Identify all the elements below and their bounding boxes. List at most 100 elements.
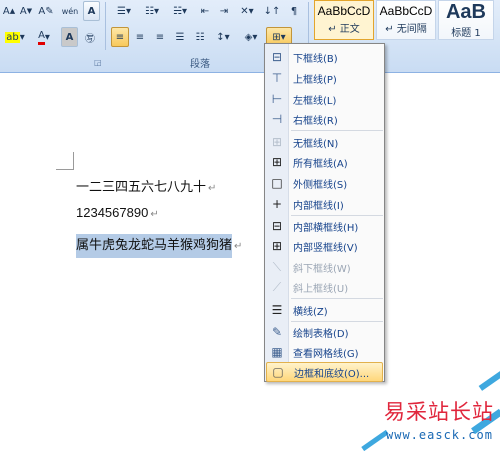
menu-item-outside-borders[interactable]: □ 外侧框线(S)	[266, 173, 383, 193]
menu-item-label: 内部竖框线(V)	[293, 242, 358, 254]
paragraph-group-label: 段落	[190, 59, 210, 70]
no-border-icon: ⊞	[271, 135, 283, 149]
font-shrink-icon[interactable]: A ▼	[18, 1, 34, 21]
char-shading-icon[interactable]: A	[61, 27, 78, 47]
view-gridlines-icon: ▦	[271, 345, 283, 359]
document-line[interactable]: 1234567890 ↵	[76, 205, 159, 220]
menu-item-label: 外侧框线(S)	[293, 179, 348, 191]
line-spacing-icon[interactable]: ↕▾	[212, 27, 234, 47]
style-name: ↵ 无间隔	[385, 24, 427, 35]
menu-item-view-gridlines[interactable]: ▦ 查看网格线(G)	[266, 342, 383, 362]
style-name: ↵ 正文	[328, 24, 360, 35]
increase-indent-icon[interactable]: ⇥	[215, 1, 233, 21]
style-no-spacing[interactable]: AaBbCcD ↵ 无间隔	[376, 0, 436, 40]
draw-table-icon: ✎	[271, 325, 283, 339]
inside-horizontal-border-icon: ⊟	[271, 219, 283, 233]
watermark-title: 易采站长站	[384, 400, 494, 424]
numbering-icon[interactable]: ☷▾	[139, 1, 165, 21]
document-line-selected[interactable]: 属牛虎兔龙蛇马羊猴鸡狗猪 ↵	[76, 234, 243, 258]
menu-item-label: 边框和底纹(O)...	[294, 368, 370, 380]
top-border-icon: ⊤	[271, 71, 283, 85]
bullets-icon[interactable]: ☰▾	[111, 1, 137, 21]
margin-corner-mark	[56, 152, 74, 170]
menu-item-top-border[interactable]: ⊤ 上框线(P)	[266, 68, 383, 88]
all-borders-icon: ⊞	[271, 155, 283, 169]
menu-item-diagonal-down[interactable]: ⟍ 斜下框线(W)	[266, 257, 383, 277]
menu-separator	[291, 130, 383, 131]
menu-item-label: 上框线(P)	[293, 74, 337, 86]
center-icon[interactable]: ≡	[131, 27, 149, 47]
menu-item-label: 查看网格线(G)	[293, 348, 359, 360]
menu-item-inside-borders[interactable]: + 内部框线(I)	[266, 194, 383, 214]
diagonal-down-border-icon: ⟍	[272, 259, 282, 274]
horizontal-line-icon: ☰	[271, 303, 283, 317]
distributed-icon[interactable]: ☷	[191, 27, 209, 47]
menu-item-no-border[interactable]: ⊞ 无框线(N)	[266, 132, 383, 152]
menu-item-draw-table[interactable]: ✎ 绘制表格(D)	[266, 322, 383, 342]
paragraph-mark: ↵	[208, 183, 217, 194]
paragraph-mark: ↵	[150, 209, 159, 220]
borders-dropdown-menu: ⊟ 下框线(B) ⊤ 上框线(P) ⊢ 左框线(L) ⊣ 右框线(R) ⊞ 无框…	[264, 43, 385, 382]
shading-icon[interactable]: ◈▾	[238, 27, 264, 47]
line-text: 一二三四五六七八九十	[76, 180, 207, 195]
style-sample: AaBbCcD	[317, 4, 371, 18]
show-marks-icon[interactable]: ¶	[285, 1, 303, 21]
decrease-indent-icon[interactable]: ⇤	[196, 1, 214, 21]
style-name: 标题 1	[451, 28, 481, 39]
inside-borders-icon: +	[271, 197, 283, 211]
asian-layout-icon[interactable]: ✕▾	[235, 1, 259, 21]
font-grow-icon[interactable]: A ▲	[1, 1, 17, 21]
menu-item-diagonal-up[interactable]: ⟋ 斜上框线(U)	[266, 277, 383, 297]
menu-item-label: 斜上框线(U)	[293, 283, 349, 295]
diagonal-up-border-icon: ⟋	[272, 279, 282, 294]
borders-shading-icon: ▢	[272, 365, 284, 379]
line-text-selected: 属牛虎兔龙蛇马羊猴鸡狗猪	[76, 234, 233, 258]
justify-icon[interactable]: ☰	[171, 27, 189, 47]
line-text: 1234567890	[76, 205, 149, 220]
right-border-icon: ⊣	[271, 112, 283, 126]
menu-item-borders-and-shading[interactable]: ▢ 边框和底纹(O)...	[266, 362, 383, 382]
menu-item-inside-vertical[interactable]: ⊞ 内部竖框线(V)	[266, 236, 383, 256]
phonetic-guide-icon[interactable]: wén	[60, 1, 80, 21]
align-right-icon[interactable]: ≡	[151, 27, 169, 47]
char-border-icon[interactable]: A	[83, 1, 100, 21]
menu-item-label: 横线(Z)	[293, 306, 328, 318]
menu-item-label: 内部框线(I)	[293, 200, 344, 212]
left-border-icon: ⊢	[271, 92, 283, 106]
menu-item-horizontal-line[interactable]: ☰ 横线(Z)	[266, 300, 383, 320]
style-heading-1[interactable]: AaB 标题 1	[438, 0, 494, 40]
document-area[interactable]	[0, 74, 500, 451]
menu-item-label: 斜下框线(W)	[293, 263, 351, 275]
document-line[interactable]: 一二三四五六七八九十 ↵	[76, 176, 216, 195]
menu-item-label: 内部横框线(H)	[293, 222, 359, 234]
menu-separator	[291, 298, 383, 299]
inside-vertical-border-icon: ⊞	[271, 239, 283, 253]
menu-item-label: 绘制表格(D)	[293, 328, 349, 340]
watermark-url: www.easck.com	[386, 428, 493, 442]
menu-item-label: 右框线(R)	[293, 115, 338, 127]
bottom-border-icon: ⊟	[271, 50, 283, 64]
group-separator	[105, 2, 106, 50]
menu-item-label: 无框线(N)	[293, 138, 339, 150]
font-dialog-launcher-icon[interactable]: ◲	[94, 58, 102, 67]
menu-item-all-borders[interactable]: ⊞ 所有框线(A)	[266, 152, 383, 172]
highlight-icon[interactable]: ab ▾	[1, 27, 29, 47]
style-sample: AaBbCcD	[379, 4, 433, 18]
menu-item-left-border[interactable]: ⊢ 左框线(L)	[266, 89, 383, 109]
menu-item-inside-horizontal[interactable]: ⊟ 内部横框线(H)	[266, 216, 383, 236]
sort-icon[interactable]: ↓↑	[262, 1, 282, 21]
outside-borders-icon: □	[271, 176, 283, 190]
menu-item-bottom-border[interactable]: ⊟ 下框线(B)	[266, 47, 383, 67]
menu-item-label: 下框线(B)	[293, 53, 338, 65]
menu-item-label: 左框线(L)	[293, 95, 337, 107]
align-left-icon[interactable]: ≡	[111, 27, 129, 47]
multilevel-list-icon[interactable]: ☵▾	[167, 1, 193, 21]
enclose-char-icon[interactable]: ㊢	[81, 27, 99, 47]
menu-item-right-border[interactable]: ⊣ 右框线(R)	[266, 109, 383, 129]
clear-format-icon[interactable]: A✎	[37, 1, 55, 21]
style-sample: AaB	[445, 1, 486, 23]
font-color-icon[interactable]: A ▾	[31, 27, 57, 47]
paragraph-mark: ↵	[234, 241, 243, 252]
style-normal[interactable]: AaBbCcD ↵ 正文	[314, 0, 374, 40]
ribbon: A ▲ A ▼ A✎ wén A ☰▾ ☷▾ ☵▾ ⇤ ⇥ ✕▾ ↓↑ ¶ ab ▾ …	[0, 0, 500, 73]
